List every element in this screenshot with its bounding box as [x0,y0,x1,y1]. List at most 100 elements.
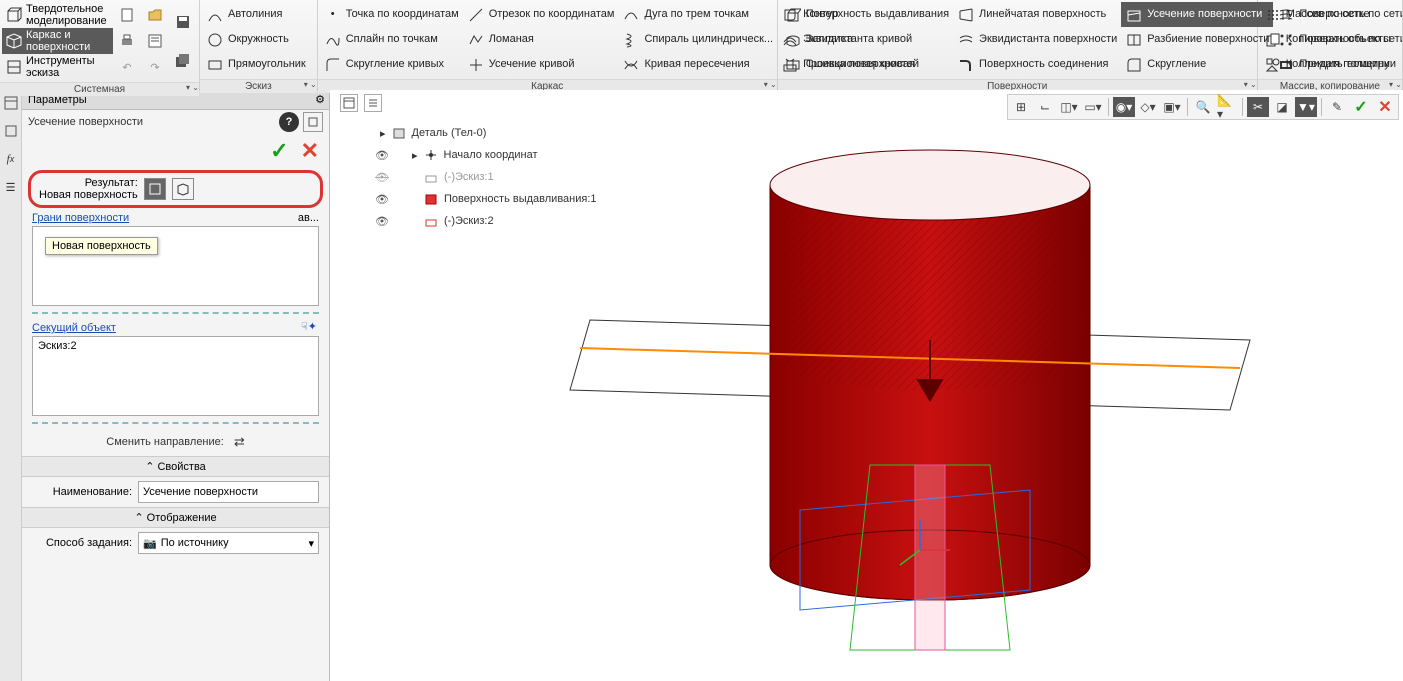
direction-row: Сменить направление: ⇄ [28,434,323,450]
rail-fx-icon[interactable]: fx [2,150,20,168]
cancel-icon[interactable]: ✕ [301,138,319,164]
eye-hidden-icon[interactable]: 👁 [374,169,390,185]
section-display[interactable]: ⌃ Отображение [22,507,329,528]
mode-select[interactable]: 📷 По источнику ▾ [138,532,319,554]
tree-mode1-icon[interactable] [340,94,358,112]
parameters-panel: Параметры ⚙ Усечение поверхности ? ✓ ✕ Р… [22,90,330,681]
cmd-knit[interactable]: Сшивка поверхностей [780,52,953,77]
grid-icon [1264,6,1282,24]
accept-icon[interactable]: ✓ [270,138,288,164]
help-icon[interactable]: ? [279,112,299,132]
tree-item-origin[interactable]: 👁 ▸ Начало координат [334,144,597,166]
ribbon-copy-group: Массив по сетке Копировать объекты Колле… [1258,0,1403,89]
cmd-fillet-curve[interactable]: Скругление кривых [320,52,463,77]
cmd-segment[interactable]: Отрезок по координатам [463,2,619,27]
result-mode-newsurf[interactable] [144,178,166,200]
rail-tree-icon[interactable] [2,94,20,112]
faces-listbox[interactable]: Новая поверхность [32,226,319,306]
cmd-fillet-surf[interactable]: Скругление [1121,52,1273,77]
rail-menu-icon[interactable]: ☰ [2,178,20,196]
chevron-down-icon: ▾ [308,537,314,550]
faces-link[interactable]: Грани поверхности [22,208,139,224]
cmd-circle[interactable]: Окружность [202,27,310,52]
tree-item-sketch1[interactable]: 👁 (-)Эскиз:1 [334,166,597,188]
persp-icon[interactable]: ▣▾ [1161,97,1183,117]
redo-icon[interactable]: ↷ [144,56,166,78]
tree-root[interactable]: ▸ Деталь (Тел-0) [334,122,597,144]
cutobj-listbox[interactable]: Эскиз:2 [32,336,319,416]
props-icon[interactable] [144,30,166,52]
cmd-copy-obj[interactable]: Копировать объекты [1260,27,1400,52]
edit-icon[interactable]: ✎ [1326,97,1348,117]
viewport[interactable]: ▸ Деталь (Тел-0) 👁 ▸ Начало координат 👁 … [330,90,1403,681]
cmd-blend-surf[interactable]: Поверхность соединения [953,52,1121,77]
cmd-rect[interactable]: Прямоугольник [202,52,310,77]
cmd-spline[interactable]: Сплайн по точкам [320,27,463,52]
pin-icon[interactable] [303,112,323,132]
cmd-point[interactable]: •Точка по координатам [320,2,463,27]
cmd-trim-curve[interactable]: Усечение кривой [463,52,619,77]
point-icon: • [324,6,342,24]
trimsurf-icon [1125,6,1143,24]
tree-mode2-icon[interactable] [364,94,382,112]
filletsurf-icon [1125,56,1143,74]
hand-icon[interactable]: ☟✦ [289,320,329,333]
open-icon[interactable] [144,4,166,26]
ribbon-surf-group: Поверхность выдавливания Заплатка Сшивка… [778,0,1258,89]
name-input[interactable] [138,481,319,503]
arc-icon [622,6,640,24]
undo-icon[interactable]: ↶ [116,56,138,78]
expand-icon[interactable]: ▸ [412,149,418,162]
tab-solid[interactable]: Твердотельное моделирование [2,2,113,28]
viewbar-accept-icon[interactable]: ✓ [1350,97,1372,117]
cmd-helix[interactable]: Спираль цилиндрическ... [618,27,777,52]
tree-item-sketch2[interactable]: 👁 (-)Эскиз:2 [334,210,597,232]
save-icon[interactable] [172,11,194,33]
cutobj-link[interactable]: Секущий объект [22,318,126,334]
eye-icon[interactable]: 👁 [374,147,390,163]
copy-icon [1264,31,1282,49]
cmd-patch[interactable]: Заплатка [780,27,953,52]
result-mode-body[interactable] [172,178,194,200]
tab-wireframe[interactable]: Каркас и поверхности [2,28,113,54]
tree-item-extrude[interactable]: 👁 Поверхность выдавливания:1 [334,188,597,210]
cmd-arc3pt[interactable]: Дуга по трем точкам [618,2,777,27]
tab-solid-label: Твердотельное моделирование [26,3,109,27]
cmd-ruled[interactable]: Линейчатая поверхность [953,2,1121,27]
wireframe-icon [6,33,22,49]
expand-icon[interactable]: ▸ [380,127,386,140]
clip-icon[interactable]: ◪ [1271,97,1293,117]
cmd-geom-collection[interactable]: Коллекция геометрии [1260,52,1400,77]
cmd-intersect-curve[interactable]: Кривая пересечения [618,52,777,77]
cmd-trim-surf[interactable]: Усечение поверхности [1121,2,1273,27]
surf-icon [424,192,438,206]
cmd-extrude-surf[interactable]: Поверхность выдавливания [780,2,953,27]
saveall-icon[interactable] [172,50,194,72]
zoom-icon[interactable]: 🔍 [1192,97,1214,117]
cmd-autoline[interactable]: Автолиния [202,2,310,27]
shade-icon[interactable]: ◉▾ [1113,97,1135,117]
orient-icon[interactable]: ◫▾ [1058,97,1080,117]
gear-icon[interactable]: ⚙ [311,91,329,109]
view-icon[interactable]: ▭▾ [1082,97,1104,117]
cmd-array-grid[interactable]: Массив по сетке [1260,2,1400,27]
section-icon[interactable]: ✂ [1247,97,1269,117]
wire-icon[interactable]: ◇▾ [1137,97,1159,117]
section-props[interactable]: ⌃ Свойства [22,456,329,477]
rail-settings-icon[interactable] [2,122,20,140]
swap-direction-icon[interactable]: ⇄ [234,434,245,450]
eye-icon[interactable]: 👁 [374,191,390,207]
cmd-offset-surf[interactable]: Эквидистанта поверхности [953,27,1121,52]
measure-icon[interactable]: 📐▾ [1216,97,1238,117]
cmd-polyline[interactable]: Ломаная [463,27,619,52]
grid-icon[interactable]: ⊞ [1010,97,1032,117]
viewbar-cancel-icon[interactable]: ✕ [1374,97,1396,117]
collection-icon [1264,56,1282,74]
cmd-split-surf[interactable]: Разбиение поверхности [1121,27,1273,52]
eye-icon[interactable]: 👁 [374,213,390,229]
tab-sketchtools[interactable]: Инструменты эскиза [2,54,113,80]
filter-icon[interactable]: ▼▾ [1295,97,1317,117]
ucs-icon[interactable]: ⌙ [1034,97,1056,117]
print-icon[interactable] [116,30,138,52]
new-doc-icon[interactable] [116,4,138,26]
